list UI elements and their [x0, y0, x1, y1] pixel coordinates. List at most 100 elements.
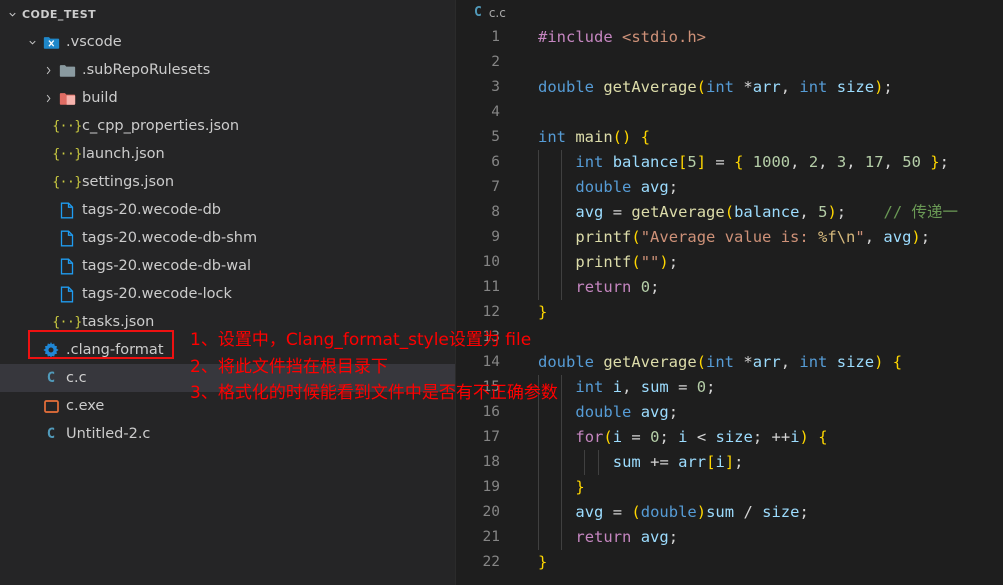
tree-item-tags-20-wecode-db-wal[interactable]: tags-20.wecode-db-wal	[0, 252, 455, 280]
code-line-text: #include <stdio.h>	[538, 28, 706, 46]
json-icon: {··}	[52, 314, 82, 330]
line-number: 13	[482, 329, 500, 345]
tree-item-label: .vscode	[66, 34, 122, 50]
folder-vscode	[40, 33, 62, 51]
line-number: 17	[482, 429, 500, 445]
line-number: 22	[482, 554, 500, 570]
tree-item-subreporulesets[interactable]: .subRepoRulesets	[0, 56, 455, 84]
line-number: 14	[482, 354, 500, 370]
line-number: 7	[491, 179, 500, 195]
tree-item-tags-20-wecode-db[interactable]: tags-20.wecode-db	[0, 196, 455, 224]
indent-guide	[538, 150, 539, 300]
code-line-text: printf("Average value is: %f\n", avg);	[575, 228, 931, 246]
tree-item-label: .subRepoRulesets	[82, 62, 211, 78]
code-line: 12}	[456, 300, 1003, 325]
tree-item-tags-20-wecode-db-shm[interactable]: tags-20.wecode-db-shm	[0, 224, 455, 252]
chevron-right-icon[interactable]	[40, 90, 56, 106]
line-number: 18	[482, 454, 500, 470]
code-line-text: double getAverage(int *arr, int size);	[538, 78, 893, 96]
code-line: 4	[456, 100, 1003, 125]
chevron-right-icon[interactable]	[40, 62, 56, 78]
tree-item-label: c.c	[66, 370, 87, 386]
line-number: 10	[482, 254, 500, 270]
tree-item-label: tasks.json	[82, 314, 155, 330]
tree-item-untitled-2-c[interactable]: C Untitled-2.c	[0, 420, 455, 448]
tree-item-c-cpp-properties-json[interactable]: {··} c_cpp_properties.json	[0, 112, 455, 140]
tree-item-launch-json[interactable]: {··} launch.json	[0, 140, 455, 168]
code-line-text: double getAverage(int *arr, int size) {	[538, 353, 903, 371]
code-line-text: int balance[5] = { 1000, 2, 3, 17, 50 };	[575, 153, 949, 171]
code-line: 5 int main() {	[456, 125, 1003, 150]
code-line: 3 double getAverage(int *arr, int size);	[456, 75, 1003, 100]
json-icon: {··}	[52, 146, 82, 162]
json-icon: {··}	[52, 174, 82, 190]
tree-item-label: tags-20.wecode-db-wal	[82, 258, 252, 274]
explorer-sidebar: CODE_TEST .vscode .subRepoRulesets build {·…	[0, 0, 455, 585]
indent-guide	[561, 375, 562, 550]
tree-item-c-c[interactable]: Cc.c	[0, 364, 455, 392]
file-tree: .vscode .subRepoRulesets build {··} c_cpp_pr…	[0, 28, 455, 448]
indent-guide	[538, 375, 539, 550]
code-editor: C c.c 1 #include <stdio.h> 2 3 double getAve…	[455, 0, 1003, 585]
tree-item-tasks-json[interactable]: {··} tasks.json	[0, 308, 455, 336]
code-line-text: int main() {	[538, 128, 651, 146]
line-number: 16	[482, 404, 500, 420]
file-icon	[56, 285, 78, 303]
line-number: 19	[482, 479, 500, 495]
code-content[interactable]: 1 #include <stdio.h> 2 3 double getAverage(i…	[456, 25, 1003, 575]
file-icon	[56, 201, 78, 219]
line-number: 15	[482, 379, 500, 395]
c-file-icon: C	[474, 5, 482, 20]
code-line-text: avg = getAverage(balance, 5); // 传递一	[575, 203, 958, 221]
tree-item-label: c_cpp_properties.json	[82, 118, 240, 134]
explorer-root-header[interactable]: CODE_TEST	[0, 0, 455, 28]
tree-item-clang-format[interactable]: .clang-format	[0, 336, 455, 364]
line-number: 8	[491, 204, 500, 220]
line-number: 21	[482, 529, 500, 545]
breadcrumb-label: c.c	[488, 5, 506, 20]
code-line-text: for(i = 0; i < size; ++i) {	[575, 428, 828, 446]
line-number: 20	[482, 504, 500, 520]
folder-red	[56, 89, 78, 107]
tree-item-label: launch.json	[82, 146, 165, 162]
breadcrumb[interactable]: C c.c	[456, 0, 1003, 25]
json-icon: {··}	[52, 118, 82, 134]
code-line-text: }	[538, 553, 548, 571]
explorer-root-label: CODE_TEST	[22, 7, 97, 21]
line-number: 6	[491, 154, 500, 170]
code-line: 22}	[456, 550, 1003, 575]
vscode-window: CODE_TEST .vscode .subRepoRulesets build {·…	[0, 0, 1003, 585]
code-line-text: sum += arr[i];	[612, 453, 744, 471]
code-line: 13	[456, 325, 1003, 350]
tree-item-vscode[interactable]: .vscode	[0, 28, 455, 56]
code-line-text: }	[538, 303, 548, 321]
code-line-text: avg = (double)sum / size;	[575, 503, 809, 521]
line-number: 4	[491, 104, 500, 120]
line-number: 9	[491, 229, 500, 245]
file-icon	[56, 257, 78, 275]
line-number: 11	[482, 279, 500, 295]
tree-item-label: build	[82, 90, 118, 106]
tree-item-label: .clang-format	[66, 342, 164, 358]
code-line-text: }	[575, 478, 585, 496]
line-number: 2	[491, 54, 500, 70]
c-file-icon: C	[46, 370, 56, 386]
code-line-text: double avg;	[575, 403, 679, 421]
tree-item-build[interactable]: build	[0, 84, 455, 112]
chevron-down-icon[interactable]	[24, 34, 40, 50]
code-line: 2	[456, 50, 1003, 75]
tree-item-label: tags-20.wecode-db-shm	[82, 230, 258, 246]
code-line-text: return 0;	[575, 278, 660, 296]
code-line-text: printf("");	[575, 253, 679, 271]
file-icon	[56, 229, 78, 247]
code-line-text: return avg;	[575, 528, 679, 546]
tree-item-c-exe[interactable]: c.exe	[0, 392, 455, 420]
chevron-down-icon	[4, 6, 20, 22]
gear-icon	[40, 341, 62, 359]
c-file-icon: C	[46, 426, 56, 442]
tree-item-settings-json[interactable]: {··} settings.json	[0, 168, 455, 196]
tree-item-label: Untitled-2.c	[66, 426, 151, 442]
code-line-text: double avg;	[575, 178, 679, 196]
tree-item-tags-20-wecode-lock[interactable]: tags-20.wecode-lock	[0, 280, 455, 308]
line-number: 3	[491, 79, 500, 95]
